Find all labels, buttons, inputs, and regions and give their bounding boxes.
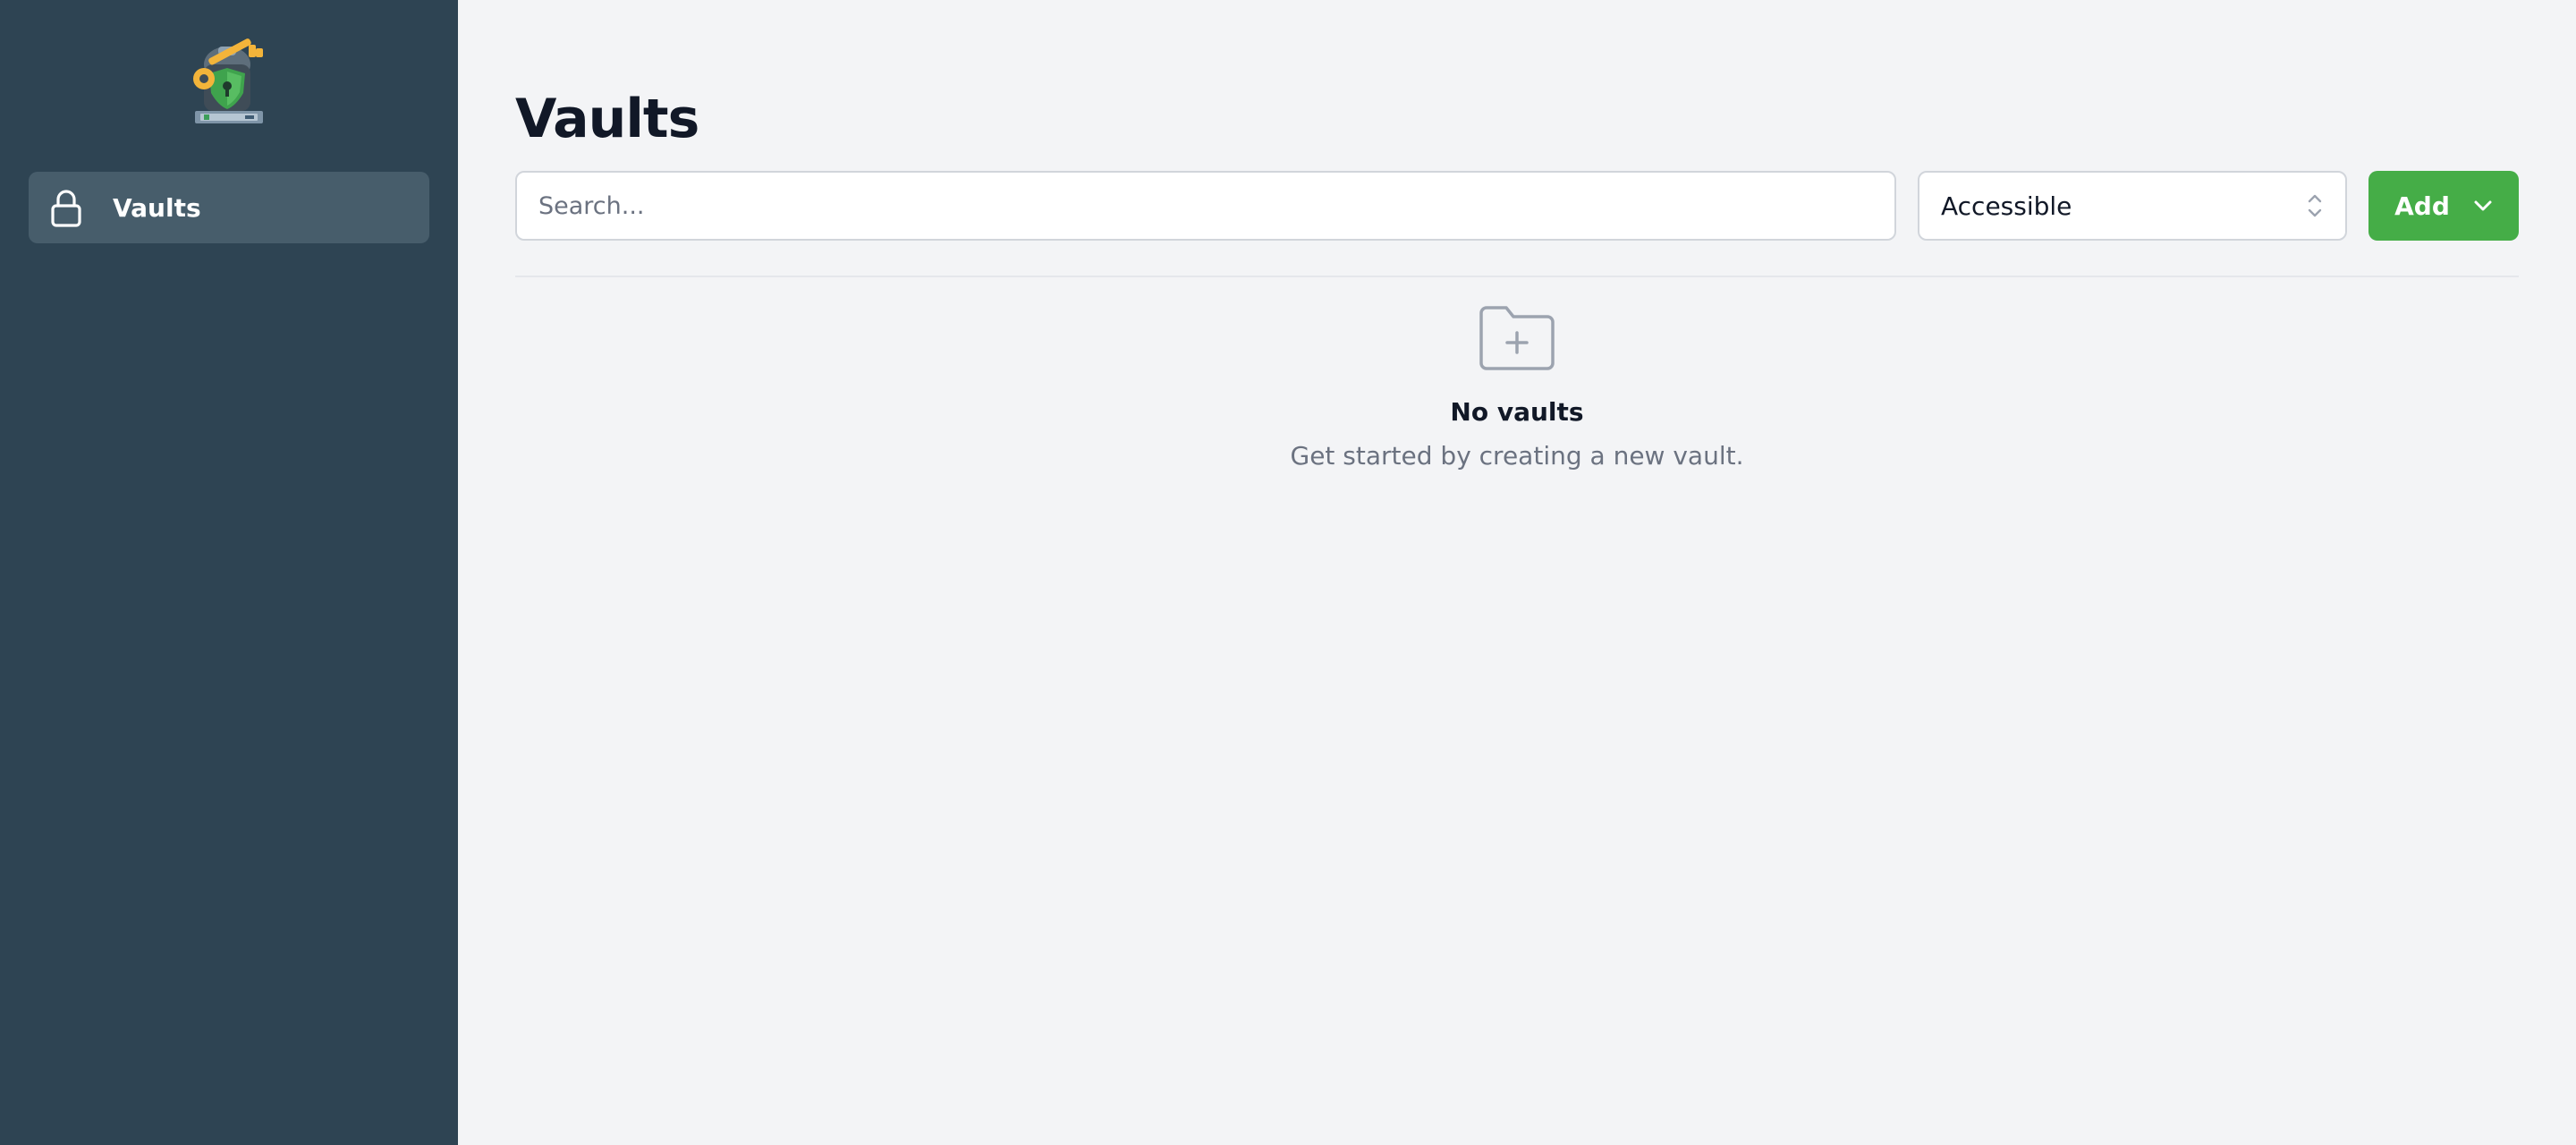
vault-key-logo-icon bbox=[193, 38, 263, 123]
toolbar: Accessible Add bbox=[515, 171, 2519, 241]
chevron-up-down-icon bbox=[2304, 190, 2326, 222]
lock-icon bbox=[48, 188, 84, 227]
sidebar-nav: Vaults bbox=[29, 172, 429, 243]
add-button[interactable]: Add bbox=[2368, 171, 2519, 241]
divider bbox=[515, 276, 2519, 277]
empty-state-heading: No vaults bbox=[1450, 397, 1584, 427]
sidebar: Vaults bbox=[0, 0, 458, 1145]
access-filter-select[interactable]: Accessible bbox=[1918, 171, 2347, 241]
folder-plus-icon bbox=[1478, 304, 1556, 372]
sidebar-item-label: Vaults bbox=[113, 192, 201, 223]
empty-state-description: Get started by creating a new vault. bbox=[1290, 441, 1744, 471]
app-root: Vaults Vaults Accessible Add bbox=[0, 0, 2576, 1145]
page-title: Vaults bbox=[515, 88, 699, 150]
sidebar-item-vaults[interactable]: Vaults bbox=[29, 172, 429, 243]
chevron-down-icon bbox=[2473, 199, 2493, 212]
app-logo[interactable] bbox=[29, 0, 429, 132]
search-input[interactable] bbox=[515, 171, 1896, 241]
filter-selected-value: Accessible bbox=[1941, 191, 2072, 221]
add-button-label: Add bbox=[2394, 191, 2450, 221]
main-content: Vaults Accessible Add bbox=[458, 0, 2576, 1145]
empty-state: No vaults Get started by creating a new … bbox=[515, 304, 2519, 471]
